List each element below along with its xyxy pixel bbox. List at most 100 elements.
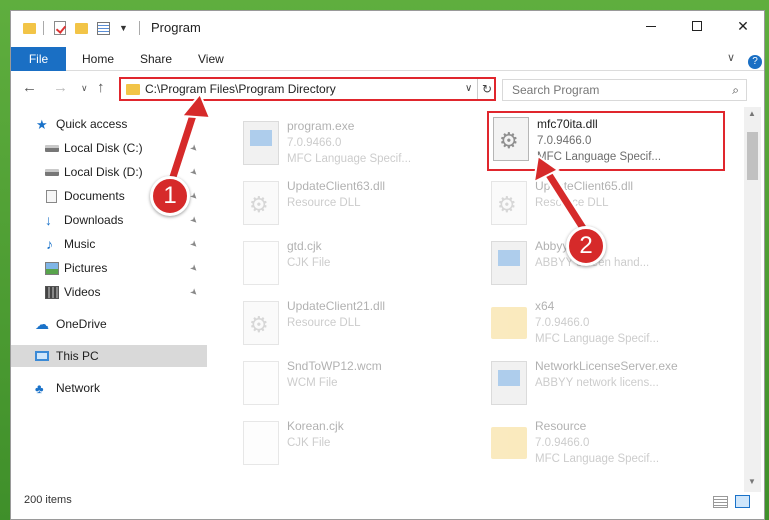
refresh-icon[interactable]: ↻ (477, 79, 496, 99)
music-icon: ♪ (46, 235, 53, 252)
file-version: 7.0.9466.0 (537, 135, 592, 147)
sidebar-item-quick-access[interactable]: ★ Quick access (11, 113, 207, 135)
divider (139, 21, 140, 35)
file-item-updateclient65-dll[interactable]: UpdateClient65.dll Resource DLL (487, 175, 737, 231)
file-description: MFC Language Specif... (535, 453, 660, 465)
pin-icon[interactable]: ➤ (187, 213, 200, 226)
dll-file-icon (491, 181, 527, 225)
file-type: CJK File (287, 437, 331, 449)
folder-icon (491, 307, 527, 339)
pin-icon[interactable]: ➤ (187, 285, 200, 298)
title-bar: ▼ Program ✕ (11, 11, 764, 43)
forward-arrow-icon[interactable]: → (53, 79, 68, 96)
document-icon (46, 189, 57, 203)
blank-file-icon (243, 421, 279, 465)
minimize-icon (646, 25, 656, 27)
close-icon: ✕ (737, 17, 749, 34)
file-item-korean-cjk[interactable]: Korean.cjk CJK File (239, 415, 489, 471)
file-item-gtd-cjk[interactable]: gtd.cjk CJK File (239, 235, 489, 291)
file-name: x64 (535, 299, 555, 313)
pin-icon[interactable]: ➤ (187, 165, 200, 178)
file-item-mfc70ita-dll[interactable]: mfc70ita.dll 7.0.9466.0 MFC Language Spe… (487, 111, 725, 171)
search-icon[interactable]: ⌕ (732, 83, 739, 98)
file-name: Korean.cjk (287, 419, 344, 433)
pin-icon[interactable]: ➤ (187, 237, 200, 250)
dll-file-icon (493, 117, 529, 161)
file-description: MFC Language Specif... (537, 151, 662, 163)
disk-icon (45, 168, 59, 176)
tab-file[interactable]: File (11, 47, 66, 71)
file-name: UpdateClient65.dll (535, 179, 634, 193)
file-item-sndtowp12-wcm[interactable]: SndToWP12.wcm WCM File (239, 355, 489, 411)
file-item-updateclient63-dll[interactable]: UpdateClient63.dll Resource DLL (239, 175, 489, 231)
minimize-button[interactable] (628, 11, 674, 41)
address-path[interactable]: C:\Program Files\Program Directory (145, 82, 336, 96)
file-item-networklicenseserver-exe[interactable]: NetworkLicenseServer.exe ABBYY network l… (487, 355, 737, 411)
address-bar[interactable]: C:\Program Files\Program Directory ∨ ↻ (119, 77, 496, 101)
properties-check-icon[interactable] (54, 21, 66, 35)
sidebar-item-onedrive[interactable]: ☁ OneDrive (11, 313, 207, 335)
blank-file-icon (243, 361, 279, 405)
videos-icon (45, 285, 59, 299)
up-arrow-icon[interactable]: ↑ (97, 79, 105, 96)
item-count: 200 items (24, 494, 72, 506)
vertical-scrollbar[interactable]: ▲ ▼ (744, 107, 761, 492)
properties-icon[interactable] (97, 22, 110, 35)
tab-view[interactable]: View (198, 47, 224, 71)
tab-share[interactable]: Share (140, 47, 172, 71)
file-item-program-exe[interactable]: program.exe 7.0.9466.0 MFC Language Spec… (239, 115, 489, 171)
sidebar-item-music[interactable]: ♪ Music ➤ (11, 233, 207, 255)
folder-item-x64[interactable]: x64 7.0.9466.0 MFC Language Specif... (487, 295, 737, 351)
pin-icon[interactable]: ➤ (187, 261, 200, 274)
annotation-callout-1: 1 (150, 176, 190, 216)
expand-ribbon-chevron-icon[interactable]: ∨ (727, 51, 741, 65)
file-type: CJK File (287, 257, 331, 269)
back-arrow-icon[interactable]: ← (22, 79, 37, 96)
sidebar-item-network[interactable]: ♣ Network (11, 377, 207, 399)
new-folder-icon[interactable] (75, 23, 88, 34)
file-name: UpdateClient21.dll (287, 299, 386, 313)
file-description: MFC Language Specif... (535, 333, 660, 345)
window-title: Program (151, 20, 201, 35)
application-icon (243, 121, 279, 165)
file-item-abbyy[interactable]: Abbyy...ew ABBYY screen hand... (487, 235, 737, 291)
customize-toolbar-chevron-icon[interactable]: ▼ (119, 23, 128, 33)
network-icon: ♣ (35, 380, 44, 396)
folder-icon[interactable] (23, 23, 36, 34)
sidebar-item-this-pc[interactable]: This PC (11, 345, 207, 367)
scrollbar-thumb[interactable] (747, 132, 758, 180)
file-version: 7.0.9466.0 (535, 437, 590, 449)
navigation-bar: ← → ∨ ↑ C:\Program Files\Program Directo… (11, 73, 764, 103)
file-name: UpdateClient63.dll (287, 179, 386, 193)
sidebar-item-label: Videos (64, 285, 101, 299)
search-input[interactable] (512, 83, 712, 97)
sidebar-item-label: Quick access (56, 117, 128, 131)
file-type: Resource DLL (287, 197, 361, 209)
file-version: 7.0.9466.0 (535, 317, 590, 329)
tab-home[interactable]: Home (82, 47, 114, 71)
large-icons-view-icon[interactable] (735, 495, 750, 508)
maximize-button[interactable] (674, 11, 720, 41)
scroll-up-arrow-icon[interactable]: ▲ (748, 109, 756, 118)
application-icon (491, 241, 527, 285)
sidebar-item-label: This PC (56, 349, 99, 363)
recent-locations-chevron-icon[interactable]: ∨ (81, 83, 88, 94)
pin-icon[interactable]: ➤ (187, 141, 200, 154)
sidebar-item-local-disk-c[interactable]: Local Disk (C:) ➤ (11, 137, 207, 159)
close-button[interactable]: ✕ (720, 11, 764, 41)
help-icon[interactable]: ? (748, 55, 762, 69)
file-name: Resource (535, 419, 587, 433)
sidebar-item-videos[interactable]: Videos ➤ (11, 281, 207, 303)
sidebar-item-pictures[interactable]: Pictures ➤ (11, 257, 207, 279)
address-dropdown-chevron-icon[interactable]: ∨ (465, 83, 472, 94)
details-view-icon[interactable] (713, 496, 728, 508)
download-icon: ↓ (45, 211, 52, 228)
folder-item-resource[interactable]: Resource 7.0.9466.0 MFC Language Specif.… (487, 415, 737, 471)
folder-icon (491, 427, 527, 459)
ribbon: File Home Share View ∨ (11, 47, 764, 71)
file-description: MFC Language Specif... (287, 153, 412, 165)
file-item-updateclient21-dll[interactable]: UpdateClient21.dll Resource DLL (239, 295, 489, 351)
scroll-down-arrow-icon[interactable]: ▼ (748, 477, 756, 486)
sidebar-item-label: Local Disk (C:) (64, 141, 143, 155)
search-box[interactable]: ⌕ (502, 79, 747, 101)
